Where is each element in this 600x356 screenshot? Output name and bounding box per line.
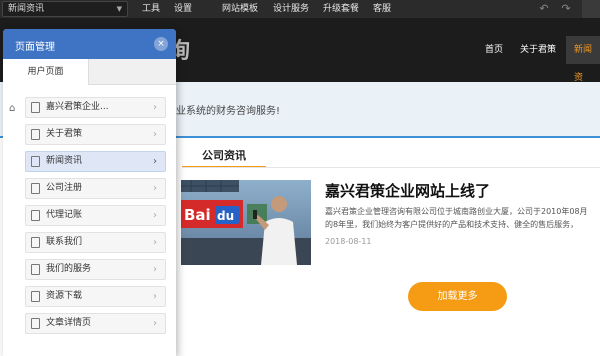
editor-toolbar: 新闻资讯 ▼ 工具 设置 网站模板 设计服务 升级套餐 客服 ↶ ↷ [0, 0, 600, 18]
page-icon [31, 156, 40, 167]
panel-tabs: 用户页面 [3, 59, 176, 85]
chevron-down-icon: ▼ [116, 5, 122, 13]
toolbar-design-service[interactable]: 设计服务 [273, 0, 309, 18]
news-title[interactable]: 嘉兴君策企业网站上线了 [325, 180, 490, 201]
news-summary: 嘉兴君策企业管理咨询有限公司位于城南路创业大厦，公司于2010年08月 的8年里… [325, 205, 600, 235]
page-icon [31, 210, 40, 221]
chevron-right-icon[interactable]: › [153, 125, 157, 144]
page-list-item-label: 新闻资讯 [46, 156, 83, 166]
page-list-item[interactable]: 资源下载 › [25, 286, 166, 307]
nav-about[interactable]: 关于君策 [520, 36, 556, 64]
chevron-right-icon[interactable]: › [153, 260, 157, 279]
chevron-right-icon[interactable]: › [153, 287, 157, 306]
chevron-right-icon[interactable]: › [153, 179, 157, 198]
toolbar-settings[interactable]: 设置 [174, 0, 192, 18]
page-list-item-label: 关于君策 [46, 129, 83, 139]
nav-home[interactable]: 首页 [485, 36, 503, 64]
page-manager-panel: 页面管理 × 用户页面 ⌂ 嘉兴君策企业... › 关于君策 › 新闻资讯 › 公司注册 › 代… [3, 29, 176, 356]
page-icon [31, 102, 40, 113]
section-divider [182, 167, 600, 168]
toolbar-end-button[interactable] [582, 0, 600, 18]
page-list-item[interactable]: 嘉兴君策企业... › [25, 97, 166, 118]
page-list-item-label: 联系我们 [46, 237, 83, 247]
page-icon [31, 318, 40, 329]
load-more-button[interactable]: 加载更多 [408, 282, 507, 311]
page-list-item-label: 嘉兴君策企业... [46, 102, 109, 112]
page-list-item-label: 资源下载 [46, 291, 83, 301]
svg-text:Bai: Bai [184, 206, 211, 224]
banner-text: 业系统的财务咨询服务! [176, 106, 281, 117]
page-list-item[interactable]: 联系我们 › [25, 232, 166, 253]
close-icon[interactable]: × [154, 37, 168, 51]
page-list-item-label: 公司注册 [46, 183, 83, 193]
toolbar-site-templates[interactable]: 网站模板 [222, 0, 258, 18]
panel-title: 页面管理 [15, 42, 55, 53]
chevron-right-icon[interactable]: › [153, 314, 157, 333]
home-icon[interactable]: ⌂ [9, 103, 21, 115]
page-icon [31, 237, 40, 248]
page-list-item[interactable]: 关于君策 › [25, 124, 166, 145]
news-summary-line-1: 嘉兴君策企业管理咨询有限公司位于城南路创业大厦，公司于2010年08月 [325, 207, 588, 216]
page-icon [31, 129, 40, 140]
news-thumbnail[interactable]: Bai du [181, 180, 311, 265]
page-select[interactable]: 新闻资讯 ▼ [2, 1, 128, 17]
page-list-item[interactable]: 公司注册 › [25, 178, 166, 199]
chevron-right-icon[interactable]: › [153, 233, 157, 252]
page-icon [31, 264, 40, 275]
panel-header: 页面管理 × [3, 29, 176, 59]
redo-icon[interactable]: ↷ [558, 2, 574, 16]
toolbar-support[interactable]: 客服 [373, 0, 391, 18]
page-icon [31, 183, 40, 194]
chevron-right-icon[interactable]: › [153, 206, 157, 225]
page-list-item-label: 代理记账 [46, 210, 83, 220]
page-list-item[interactable]: 我们的服务 › [25, 259, 166, 280]
news-date: 2018-08-11 [325, 237, 372, 246]
nav-news[interactable]: 新闻资 [566, 36, 600, 83]
undo-icon[interactable]: ↶ [536, 2, 552, 16]
tab-user-pages[interactable]: 用户页面 [3, 59, 89, 85]
chevron-right-icon[interactable]: › [153, 152, 157, 171]
page-list-item-label: 文章详情页 [46, 318, 92, 328]
page-list-item[interactable]: 新闻资讯 › [25, 151, 166, 172]
page-select-value: 新闻资讯 [8, 4, 45, 14]
section-title[interactable]: 公司资讯 [182, 146, 266, 168]
chevron-right-icon[interactable]: › [153, 98, 157, 117]
page-list-item[interactable]: 代理记账 › [25, 205, 166, 226]
page-icon [31, 291, 40, 302]
toolbar-upgrade-plan[interactable]: 升级套餐 [323, 0, 359, 18]
svg-text:du: du [217, 209, 234, 223]
toolbar-tools[interactable]: 工具 [142, 0, 160, 18]
page-list-item-label: 我们的服务 [46, 264, 92, 274]
news-summary-line-2: 的8年里，我们始终为客户提供好的产品和技术支持、健全的售后服务， [325, 220, 579, 229]
page-list-item[interactable]: 文章详情页 › [25, 313, 166, 334]
news-photo: Bai du [181, 180, 311, 265]
